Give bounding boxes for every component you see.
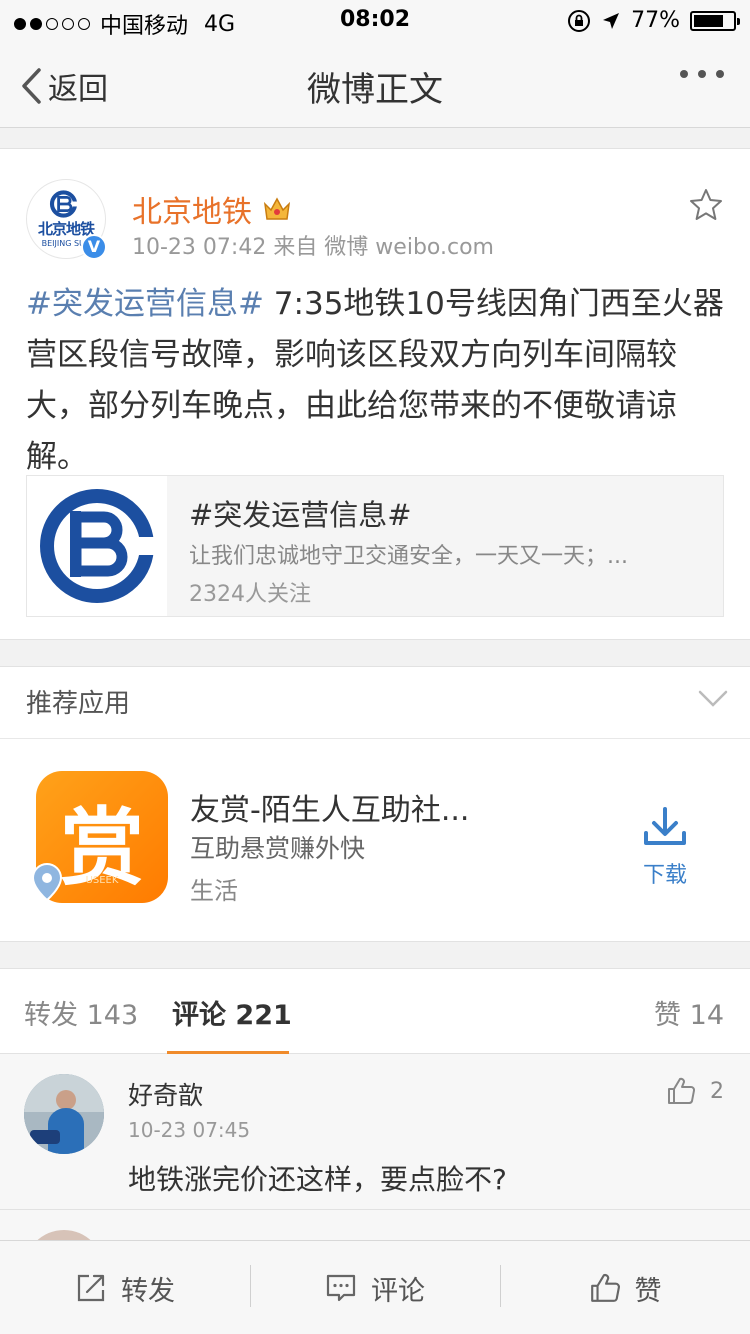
post-body: #突发运营信息# 7:35地铁10号线因角门西至火器营区段信号故障，影响该区段双…	[26, 279, 726, 483]
post-meta: 10-23 07:42 来自 微博 weibo.com	[132, 235, 494, 260]
post-hashtag[interactable]: #突发运营信息#	[26, 286, 264, 322]
navigation-bar: 返回 微博正文	[0, 40, 750, 128]
recommend-title: 推荐应用	[26, 689, 131, 719]
commenter-name[interactable]: 好奇歆	[128, 1076, 203, 1112]
commenter-avatar[interactable]	[24, 1074, 104, 1154]
recommend-header[interactable]: 推荐应用	[0, 667, 750, 739]
topic-card[interactable]: #突发运营信息# 让我们忠诚地守卫交通安全，一天又一天；... 2324人关注	[26, 475, 724, 617]
like-button[interactable]: 赞	[500, 1241, 750, 1334]
tab-likes[interactable]: 赞 14	[654, 993, 724, 1032]
battery-icon	[690, 10, 740, 31]
author-avatar[interactable]: 北京地铁 BEIJING SUB V	[26, 179, 107, 260]
status-icons: 77%	[567, 8, 740, 33]
topic-followers: 2324人关注	[189, 582, 311, 607]
topic-logo	[27, 476, 167, 616]
like-label: 赞	[634, 1275, 662, 1307]
comment-item[interactable]: 好奇歆 10-23 07:45 地铁涨完价还这样，要点脸不? 2	[0, 1054, 750, 1210]
favorite-star-icon[interactable]	[688, 187, 724, 223]
more-options-icon[interactable]	[680, 70, 724, 78]
author-name[interactable]: 北京地铁	[132, 187, 292, 231]
repost-label: 转发	[121, 1275, 175, 1307]
repost-button[interactable]: 转发	[0, 1241, 250, 1334]
comment-icon	[326, 1274, 356, 1302]
download-label: 下载	[642, 863, 687, 888]
tab-comments-count: 221	[235, 1000, 292, 1031]
app-name[interactable]: 友赏-陌生人互助社...	[190, 785, 469, 829]
tab-comments[interactable]: 评论 221	[172, 993, 292, 1032]
status-bar: 中国移动 4G 08:02 77%	[0, 0, 750, 40]
comment-like-button[interactable]: 2	[666, 1076, 724, 1106]
topic-description: 让我们忠诚地守卫交通安全，一天又一天；...	[189, 544, 628, 569]
bottom-toolbar: 转发 评论 赞	[0, 1240, 750, 1334]
battery-percent: 77%	[631, 8, 680, 33]
beijing-subway-logo-icon	[49, 190, 81, 218]
rotation-lock-icon	[568, 9, 591, 32]
commenter-photo	[24, 1074, 104, 1154]
tab-reposts-count: 143	[86, 1000, 139, 1031]
author-name-text: 北京地铁	[132, 195, 252, 230]
topic-title: #突发运营信息#	[189, 498, 412, 532]
thumbs-up-icon	[668, 1077, 695, 1104]
download-button[interactable]: 下载	[632, 805, 698, 889]
battery-level	[694, 14, 724, 27]
tab-likes-count: 14	[689, 1000, 724, 1031]
recommended-apps: 推荐应用 赏 USEEK 友赏-陌生人互助社... 互助悬赏赚外快 生活 下载	[0, 666, 750, 942]
beijing-subway-logo-icon	[40, 489, 156, 603]
post-card: 北京地铁 BEIJING SUB V 北京地铁 10-23 07:42 来自 微…	[0, 148, 750, 640]
comment-button[interactable]: 评论	[250, 1241, 500, 1334]
app-description: 互助悬赏赚外快	[190, 834, 366, 863]
interaction-tabs: 转发 143 评论 221 赞 14	[0, 968, 750, 1055]
repost-icon	[77, 1274, 105, 1302]
app-category: 生活	[190, 877, 238, 905]
tab-comments-label: 评论	[172, 1000, 226, 1031]
crown-icon	[263, 197, 291, 220]
tab-likes-label: 赞	[654, 1000, 682, 1031]
comment-time: 10-23 07:45	[128, 1118, 251, 1142]
download-icon	[644, 807, 686, 845]
location-pin-icon	[31, 862, 63, 902]
tab-reposts-label: 转发	[24, 1000, 78, 1031]
thumbs-up-icon	[590, 1273, 620, 1302]
page-title: 微博正文	[307, 70, 443, 110]
verified-badge-icon: V	[81, 234, 107, 260]
comment-text: 地铁涨完价还这样，要点脸不?	[128, 1163, 507, 1196]
comment-label: 评论	[371, 1275, 425, 1307]
location-arrow-icon	[603, 12, 620, 29]
comment-like-count: 2	[710, 1078, 724, 1104]
tab-reposts[interactable]: 转发 143	[24, 993, 138, 1032]
chevron-down-icon[interactable]	[698, 689, 728, 709]
